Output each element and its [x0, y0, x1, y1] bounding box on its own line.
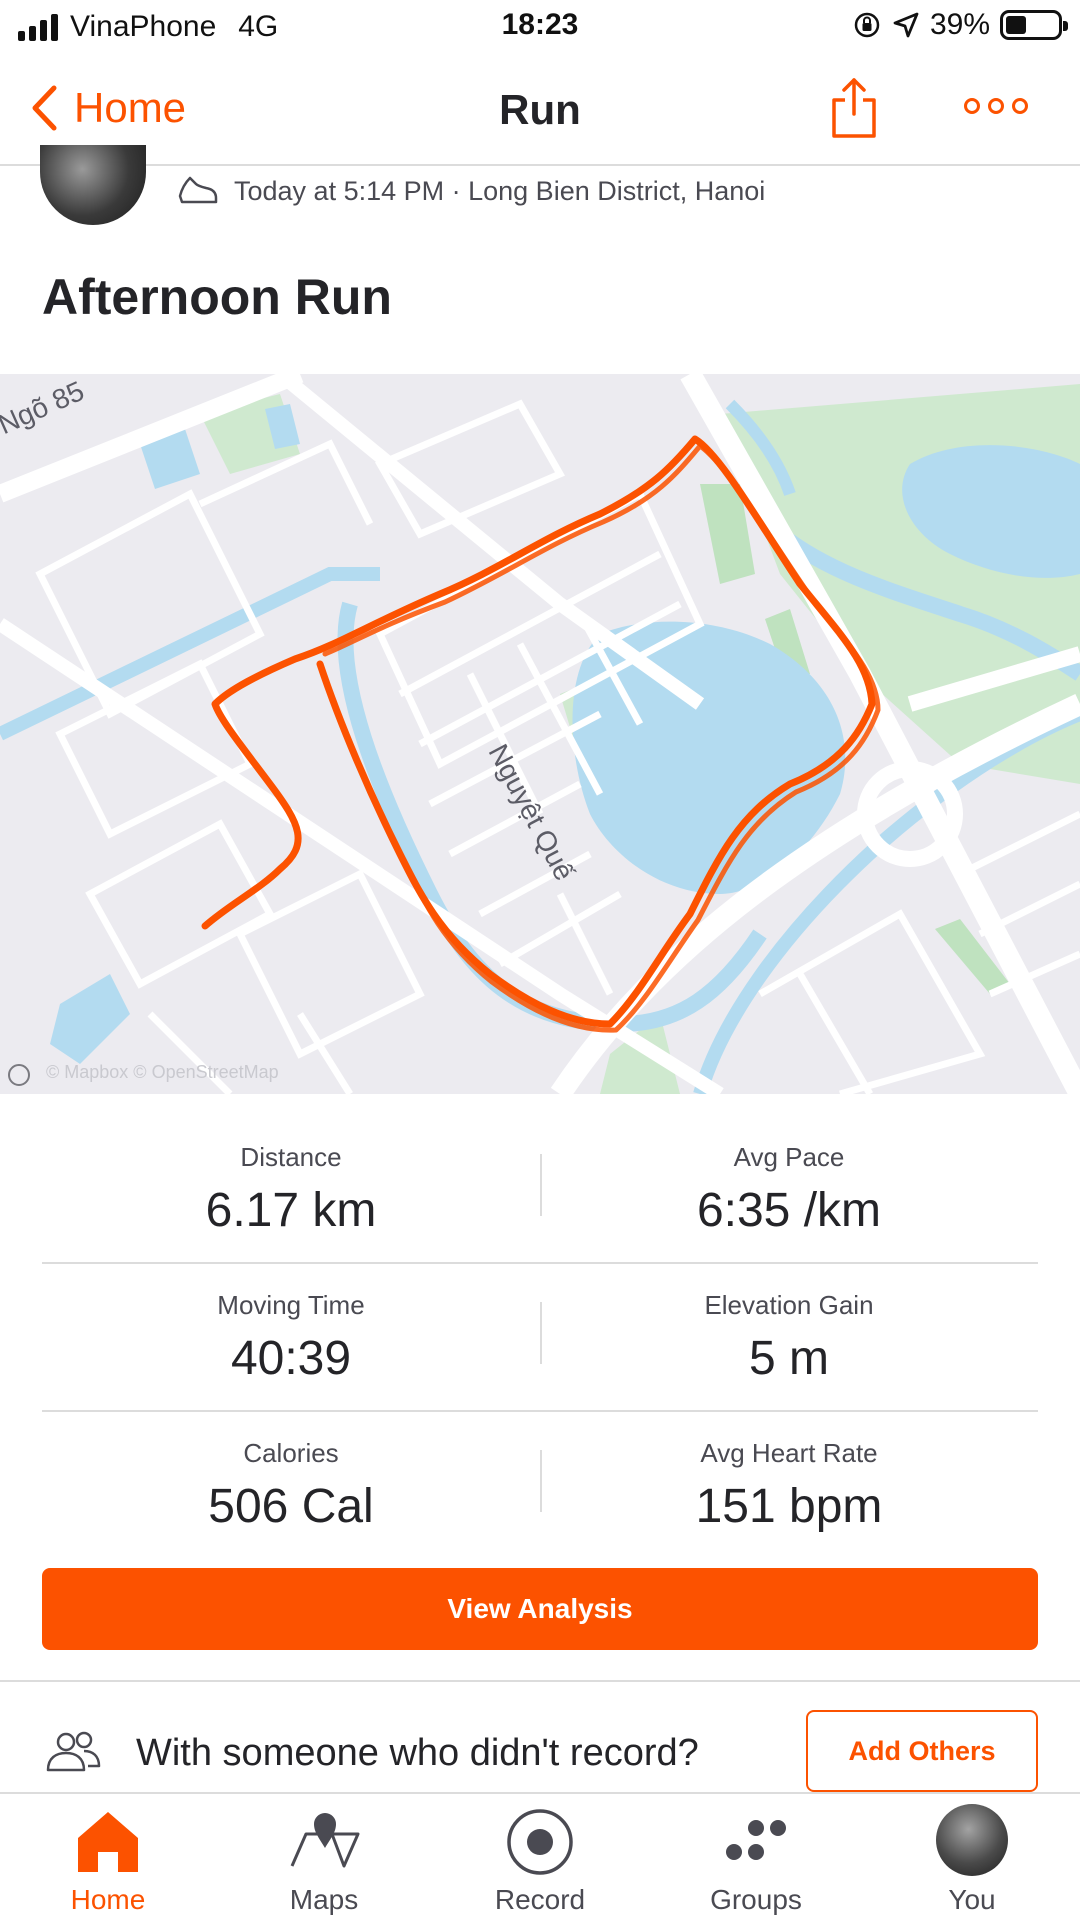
stat-calories: Calories 506 Cal [42, 1412, 540, 1534]
stat-elevation-gain: Elevation Gain 5 m [540, 1264, 1038, 1386]
rotation-lock-icon [854, 12, 880, 38]
activity-meta: Today at 5:14 PM · Long Bien District, H… [176, 174, 765, 208]
stat-value: 5 m [748, 1332, 829, 1385]
stat-value: 506 Cal [208, 1480, 374, 1533]
tab-label: Maps [289, 1884, 359, 1915]
section-divider [0, 1680, 1080, 1682]
tab-label: You [948, 1884, 996, 1915]
battery-percent: 39% [929, 8, 990, 41]
groups-icon [726, 1820, 786, 1860]
others-prompt: With someone who didn't record? [136, 1732, 699, 1774]
activity-meta-text: Today at 5:14 PM · Long Bien District, H… [234, 175, 766, 206]
tab-you[interactable]: You [864, 1794, 1080, 1920]
maps-icon [290, 1813, 360, 1868]
more-icon[interactable] [964, 98, 1028, 122]
map-canvas [0, 374, 1080, 1094]
tab-bar: Home Maps Record Groups You [0, 1792, 1080, 1920]
add-others-button[interactable]: Add Others [806, 1710, 1038, 1792]
tab-home[interactable]: Home [0, 1794, 216, 1920]
stat-value: 6:35 /km [696, 1184, 882, 1237]
status-bar: VinaPhone 4G 18:23 39% [0, 0, 1080, 54]
tab-label: Record [494, 1884, 586, 1915]
record-icon [507, 1809, 573, 1875]
map-info-icon[interactable] [8, 1064, 30, 1086]
stat-value: 151 bpm [695, 1480, 883, 1533]
nav-bar: Home Run [0, 54, 1080, 166]
view-analysis-button[interactable]: View Analysis [42, 1568, 1038, 1650]
route-map[interactable]: Ngõ 85 Nguyệt Quế [0, 374, 1080, 1094]
status-right: 39% [852, 8, 1068, 42]
stat-avg-heart-rate: Avg Heart Rate 151 bpm [540, 1412, 1038, 1534]
stats-row: Calories 506 Cal Avg Heart Rate 151 bpm [42, 1412, 1038, 1560]
stats-row: Moving Time 40:39 Elevation Gain 5 m [42, 1264, 1038, 1412]
add-others-row: With someone who didn't record? Add Othe… [0, 1690, 1080, 1792]
people-icon [46, 1731, 101, 1772]
stat-value: 6.17 km [205, 1184, 377, 1237]
shoe-icon [178, 176, 218, 204]
location-icon [893, 12, 919, 38]
avatar [936, 1804, 1008, 1876]
tab-label: Groups [710, 1884, 802, 1915]
map-lake [50, 974, 130, 1064]
stat-label: Calories [243, 1438, 339, 1468]
tab-groups[interactable]: Groups [648, 1794, 864, 1920]
stat-avg-pace: Avg Pace 6:35 /km [540, 1116, 1038, 1238]
map-attribution: © Mapbox © OpenStreetMap [46, 1062, 279, 1082]
stats-row: Distance 6.17 km Avg Pace 6:35 /km [42, 1116, 1038, 1264]
stat-label: Avg Heart Rate [700, 1438, 878, 1468]
tab-label: Home [70, 1884, 146, 1915]
athlete-avatar[interactable] [40, 145, 146, 225]
stats-grid: Distance 6.17 km Avg Pace 6:35 /km Movin… [42, 1116, 1038, 1560]
page-title: Run [499, 86, 581, 133]
stat-moving-time: Moving Time 40:39 [42, 1264, 540, 1386]
stat-label: Elevation Gain [704, 1290, 874, 1320]
stat-label: Avg Pace [733, 1142, 845, 1172]
stat-distance: Distance 6.17 km [42, 1116, 540, 1238]
stat-label: Moving Time [217, 1290, 365, 1320]
tab-record[interactable]: Record [432, 1794, 648, 1920]
home-icon [78, 1812, 138, 1872]
stat-value: 40:39 [230, 1332, 352, 1385]
battery-icon [1000, 10, 1068, 40]
activity-title: Afternoon Run [42, 269, 392, 325]
share-icon[interactable] [826, 76, 882, 140]
stat-label: Distance [240, 1142, 342, 1172]
tab-maps[interactable]: Maps [216, 1794, 432, 1920]
